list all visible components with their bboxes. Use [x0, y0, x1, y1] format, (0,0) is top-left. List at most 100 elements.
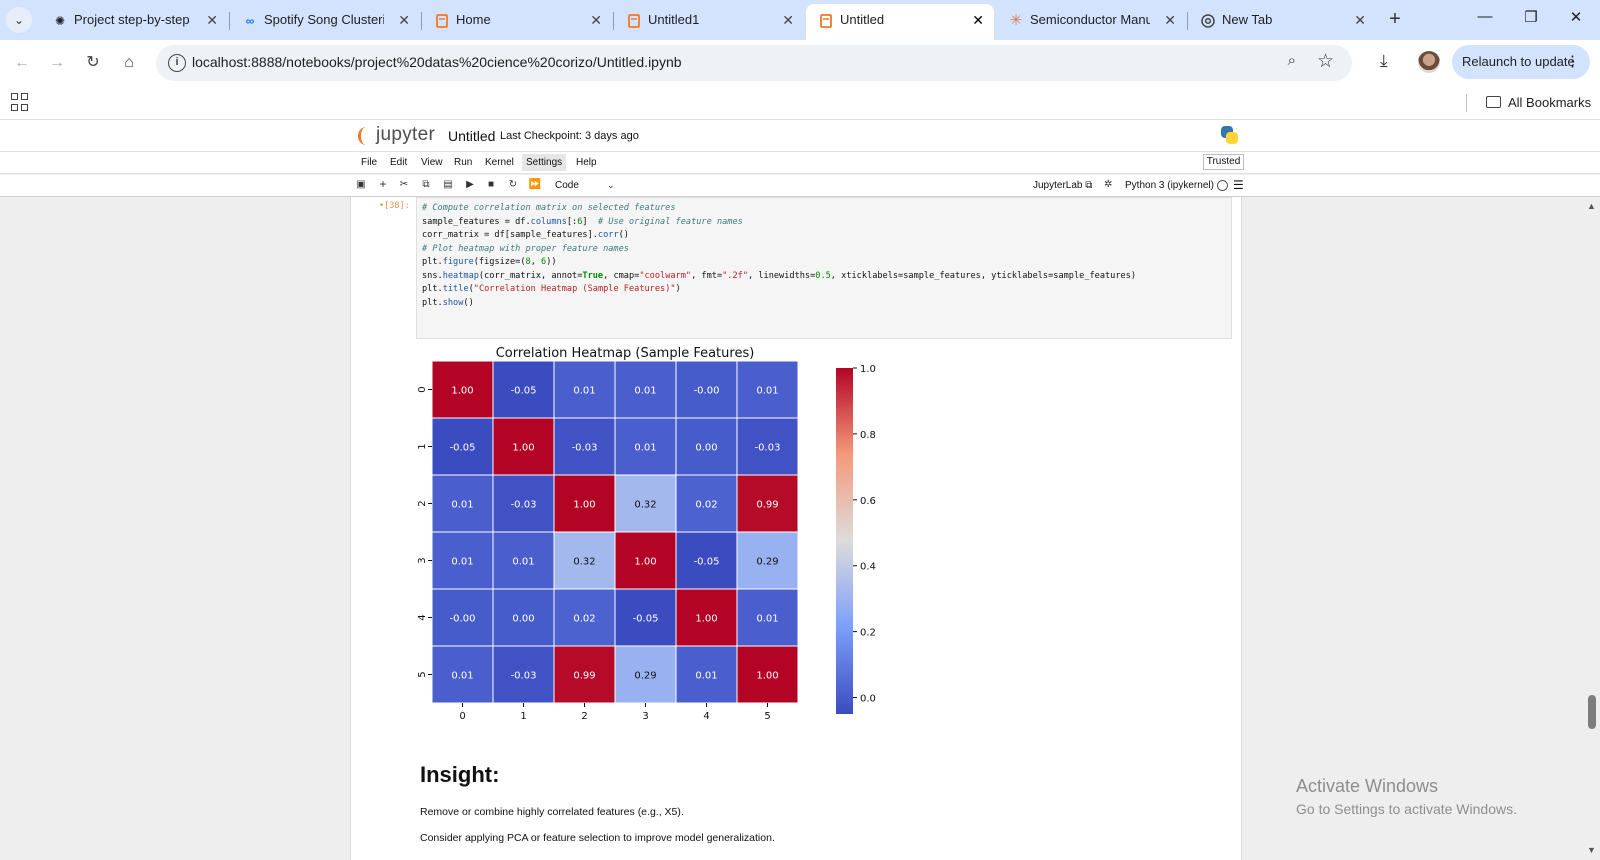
- paste-icon[interactable]: ▤: [441, 179, 455, 190]
- restore-icon[interactable]: ❐: [1516, 8, 1546, 26]
- bookmark-star-icon[interactable]: ☆: [1317, 50, 1334, 73]
- menu-kernel[interactable]: Kernel: [485, 157, 514, 168]
- close-icon[interactable]: ✕: [1354, 4, 1366, 36]
- heatmap-value-label: 0.01: [634, 386, 656, 397]
- tab-new-tab[interactable]: New Tab ✕: [1188, 4, 1376, 40]
- url-text[interactable]: localhost:8888/notebooks/project%20datas…: [192, 54, 682, 70]
- bookmarks-separator: [1466, 94, 1467, 112]
- window-close-icon[interactable]: ✕: [1561, 8, 1591, 26]
- heatmap-value-label: 0.32: [573, 557, 595, 568]
- trusted-indicator[interactable]: Trusted: [1203, 154, 1244, 170]
- tab-title: New Tab: [1222, 12, 1273, 27]
- jupyter-header: jupyter Untitled Last Checkpoint: 3 days…: [0, 120, 1600, 152]
- reload-icon[interactable]: ↻: [82, 52, 104, 74]
- heatmap-value-label: -0.05: [450, 443, 476, 454]
- kernel-name[interactable]: Python 3 (ipykernel): [1125, 180, 1214, 191]
- heatmap-value-label: 0.01: [634, 443, 656, 454]
- bookmarks-bar: All Bookmarks: [0, 86, 1600, 120]
- y-tick-label: 1: [417, 443, 428, 449]
- restart-icon[interactable]: ↻: [506, 179, 520, 190]
- colorbar-tick-label: 0.0: [860, 694, 876, 705]
- zoom-magnifier-icon[interactable]: ⌕: [1288, 52, 1296, 69]
- menu-run[interactable]: Run: [454, 157, 472, 168]
- menu-file[interactable]: File: [361, 157, 377, 168]
- all-bookmarks-label: All Bookmarks: [1508, 95, 1592, 110]
- jupyter-menu-bar: File Edit View Run Kernel Settings Help …: [0, 152, 1600, 174]
- x-tick-label: 0: [459, 711, 465, 722]
- tab-search-chevron-icon[interactable]: ⌄: [6, 7, 32, 33]
- colorbar-tick-label: 0.2: [860, 628, 876, 639]
- heatmap-value-label: 0.01: [451, 557, 473, 568]
- scrollbar-thumb[interactable]: [1588, 695, 1596, 729]
- tab-untitled1[interactable]: Untitled1 ✕: [614, 4, 804, 40]
- tab-home[interactable]: Home ✕: [422, 4, 612, 40]
- new-tab-plus-icon[interactable]: +: [1383, 8, 1407, 32]
- code-line: sample_features = df.columns[:6] # Use o…: [422, 216, 743, 227]
- notebook-title[interactable]: Untitled: [448, 128, 495, 144]
- scroll-up-arrow-icon[interactable]: ▲: [1587, 201, 1596, 211]
- heatmap-value-label: 0.29: [756, 557, 778, 568]
- home-icon[interactable]: ⌂: [118, 52, 140, 74]
- menu-help[interactable]: Help: [576, 157, 597, 168]
- x-axis-ticks: 0 1 2 3 4 5: [459, 703, 771, 722]
- minimize-icon[interactable]: —: [1470, 8, 1500, 25]
- heatmap-value-label: 1.00: [451, 386, 473, 397]
- tab-project-step-by-step[interactable]: ✺ Project step-by-step g ✕: [40, 4, 228, 40]
- cell-prompt: •[38]:: [379, 201, 410, 211]
- all-bookmarks-button[interactable]: All Bookmarks: [1486, 95, 1591, 110]
- kernel-status-icon: [1217, 180, 1228, 191]
- close-icon[interactable]: ✕: [782, 4, 794, 36]
- cut-icon[interactable]: ✂: [397, 179, 411, 190]
- close-icon[interactable]: ✕: [590, 4, 602, 36]
- y-tick-label: 5: [417, 671, 428, 677]
- address-bar[interactable]: i localhost:8888/notebooks/project%20dat…: [156, 45, 1352, 81]
- cell-prompt-number: [38]:: [384, 201, 410, 211]
- jupyterlab-link[interactable]: JupyterLab ⧉: [1033, 180, 1092, 191]
- jupyter-logo[interactable]: jupyter: [358, 124, 435, 146]
- run-icon[interactable]: ▶: [463, 179, 477, 190]
- tab-title: Untitled: [840, 12, 885, 27]
- y-tick-label: 2: [417, 500, 428, 506]
- stop-icon[interactable]: ■: [484, 179, 498, 190]
- tab-spotify-song-clustering[interactable]: ∞ Spotify Song Clustering ✕: [230, 4, 420, 40]
- insert-cell-plus-icon[interactable]: +: [376, 177, 390, 191]
- x-tick-label: 1: [520, 711, 526, 722]
- close-icon[interactable]: ✕: [972, 4, 984, 36]
- close-icon[interactable]: ✕: [1164, 4, 1176, 36]
- relaunch-to-update-button[interactable]: Relaunch to update ⋮: [1452, 45, 1590, 79]
- save-icon[interactable]: ▣: [354, 179, 368, 190]
- apps-grid-icon[interactable]: [11, 93, 29, 111]
- menu-settings[interactable]: Settings: [522, 154, 567, 171]
- heatmap-value-label: 1.00: [573, 500, 595, 511]
- copy-icon[interactable]: ⧉: [419, 179, 433, 190]
- scroll-down-arrow-icon[interactable]: ▼: [1587, 845, 1596, 855]
- menu-view[interactable]: View: [421, 157, 443, 168]
- site-info-icon[interactable]: i: [168, 54, 186, 72]
- tab-untitled[interactable]: Untitled ✕: [806, 4, 994, 40]
- tab-semiconductor[interactable]: ✳ Semiconductor Manuf ✕: [996, 4, 1186, 40]
- heatmap-value-label: -0.05: [511, 386, 537, 397]
- forward-arrow-icon[interactable]: →: [46, 52, 68, 74]
- python-logo-icon: [1219, 125, 1239, 145]
- close-icon[interactable]: ✕: [398, 4, 410, 36]
- code-line: plt.title("Correlation Heatmap (Sample F…: [422, 284, 681, 294]
- run-all-icon[interactable]: ⏩: [528, 179, 542, 190]
- menu-edit[interactable]: Edit: [390, 157, 407, 168]
- insight-paragraph: Remove or combine highly correlated feat…: [420, 806, 684, 818]
- cell-type-select[interactable]: Code: [555, 180, 579, 191]
- profile-avatar[interactable]: [1418, 51, 1440, 73]
- download-icon[interactable]: ⤓: [1380, 51, 1388, 71]
- back-arrow-icon[interactable]: ←: [11, 52, 33, 74]
- heatmap-value-label: 1.00: [512, 443, 534, 454]
- folder-icon: [1486, 96, 1501, 108]
- code-cell[interactable]: # Compute correlation matrix on selected…: [416, 197, 1232, 339]
- heatmap-value-label: 0.99: [573, 671, 595, 682]
- hamburger-menu-icon[interactable]: ☰: [1233, 178, 1244, 192]
- gear-icon[interactable]: ✲: [1104, 179, 1112, 190]
- claude-icon: ✳: [1009, 12, 1023, 29]
- chevron-down-icon[interactable]: ⌄: [607, 180, 615, 191]
- tab-title: Project step-by-step g: [74, 12, 192, 27]
- heatmap-value-label: 0.29: [634, 671, 656, 682]
- close-icon[interactable]: ✕: [206, 4, 218, 36]
- code-line: plt.show(): [422, 297, 474, 308]
